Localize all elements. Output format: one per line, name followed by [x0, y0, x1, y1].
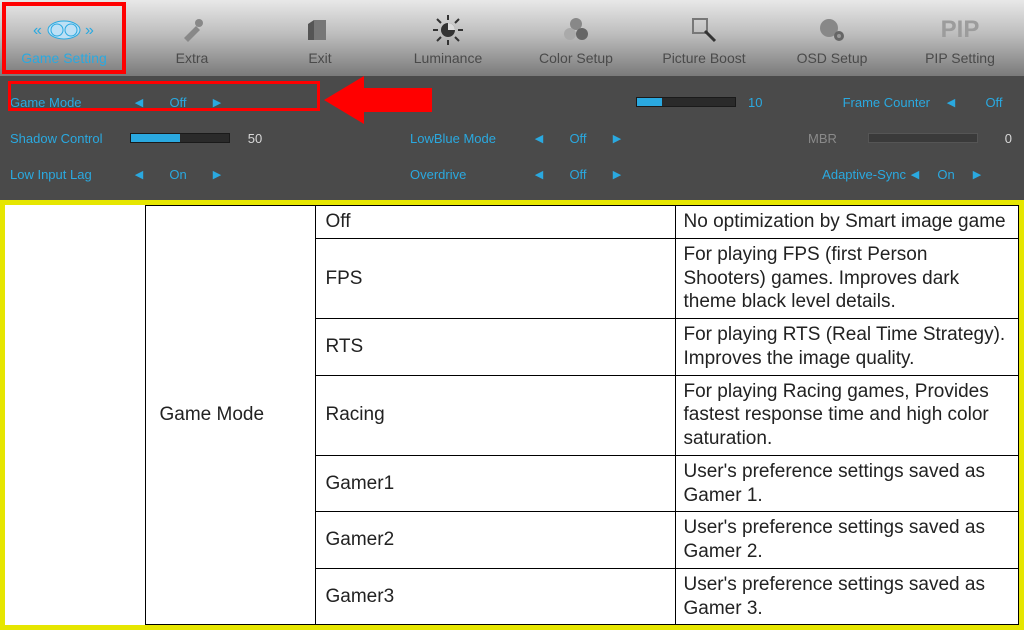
slider [868, 133, 978, 143]
osd-panel: « » Game Setting Extra Exit [0, 0, 1024, 200]
arrow-right-icon[interactable]: ▶ [608, 132, 626, 145]
arrow-right-icon[interactable]: ▶ [208, 168, 226, 181]
table-option: RTS [315, 319, 675, 376]
pip-icon: PIP [941, 14, 980, 46]
settings-col-1: Game Mode ◀ Off ▶ Shadow Control 50 Low … [10, 84, 340, 192]
table-desc: User's preference settings saved as Game… [675, 512, 1019, 569]
setting-overdrive[interactable]: Overdrive ◀ Off ▶ [410, 158, 626, 190]
setting-label: Shadow Control [10, 131, 130, 146]
setting-value: Off [972, 95, 1016, 110]
tab-pip-setting[interactable]: PIP PIP Setting [896, 0, 1024, 76]
settings-area: Game Mode ◀ Off ▶ Shadow Control 50 Low … [0, 76, 1024, 200]
tab-color-setup[interactable]: Color Setup [512, 0, 640, 76]
toolbar: « » Game Setting Extra Exit [0, 0, 1024, 76]
setting-low-input-lag[interactable]: Low Input Lag ◀ On ▶ [10, 158, 340, 190]
game-mode-table: Game Mode Off No optimization by Smart i… [5, 205, 1019, 625]
tab-label: Game Setting [21, 50, 107, 66]
table-blank-col [5, 206, 145, 625]
setting-game-mode[interactable]: Game Mode ◀ Off ▶ [10, 86, 340, 118]
table-option: Gamer3 [315, 568, 675, 625]
setting-adaptive-sync[interactable]: Adaptive-Sync ◀ On ▶ [636, 158, 1024, 190]
setting-mbr: MBR 0 [636, 122, 1024, 154]
arrow-left-icon[interactable]: ◀ [530, 168, 548, 181]
table-desc: No optimization by Smart image game [675, 206, 1019, 239]
setting-label: Adaptive-Sync [796, 167, 906, 182]
tab-luminance[interactable]: Luminance [384, 0, 512, 76]
setting-shadow-control[interactable]: Shadow Control 50 [10, 122, 340, 154]
tab-label: Picture Boost [662, 50, 745, 66]
tab-label: PIP Setting [925, 50, 995, 66]
game-controller-icon: « » [29, 14, 99, 46]
tab-game-setting[interactable]: « » Game Setting [0, 0, 128, 76]
setting-lowblue-mode[interactable]: LowBlue Mode ◀ Off ▶ [410, 122, 626, 154]
red-arrow-annotation [324, 72, 434, 128]
arrow-left-icon[interactable]: ◀ [942, 96, 960, 109]
magnifier-icon [690, 14, 718, 46]
table-row: Game Mode Off No optimization by Smart i… [5, 206, 1019, 239]
setting-value: Off [548, 131, 608, 146]
table-option: Gamer2 [315, 512, 675, 569]
setting-label: Overdrive [410, 167, 530, 182]
setting-label: Low Input Lag [10, 167, 130, 182]
table-desc: For playing Racing games, Provides faste… [675, 375, 1019, 455]
slider[interactable] [636, 97, 736, 107]
table-option: Racing [315, 375, 675, 455]
tab-label: Exit [308, 50, 331, 66]
tab-osd-setup[interactable]: OSD Setup [768, 0, 896, 76]
table-desc: For playing RTS (Real Time Strategy). Im… [675, 319, 1019, 376]
setting-label: Game Mode [10, 95, 130, 110]
arrow-left-icon[interactable]: ◀ [530, 132, 548, 145]
arrow-right-icon[interactable]: ▶ [208, 96, 226, 109]
arrow-left-icon[interactable]: ◀ [130, 96, 148, 109]
table-option: FPS [315, 238, 675, 318]
tab-picture-boost[interactable]: Picture Boost [640, 0, 768, 76]
setting-label: Frame Counter [820, 95, 930, 110]
setting-value: Off [548, 167, 608, 182]
table-option: Gamer1 [315, 455, 675, 512]
table-desc: User's preference settings saved as Game… [675, 568, 1019, 625]
table-desc: For playing FPS (first Person Shooters) … [675, 238, 1019, 318]
tab-label: Luminance [414, 50, 483, 66]
setting-value: On [148, 167, 208, 182]
setting-value: 50 [230, 131, 280, 146]
table-mode-label: Game Mode [145, 206, 315, 625]
color-icon [561, 14, 591, 46]
tab-label: Color Setup [539, 50, 613, 66]
slider[interactable] [130, 133, 230, 143]
tab-extra[interactable]: Extra [128, 0, 256, 76]
table-desc: User's preference settings saved as Game… [675, 455, 1019, 512]
tab-label: Extra [176, 50, 209, 66]
setting-value: On [924, 167, 968, 182]
arrow-right-icon[interactable]: ▶ [968, 168, 986, 181]
reference-table: Game Mode Off No optimization by Smart i… [0, 200, 1024, 630]
table-option: Off [315, 206, 675, 239]
setting-label: LowBlue Mode [410, 131, 530, 146]
svg-text:«: « [33, 22, 42, 39]
arrow-left-icon[interactable]: ◀ [906, 168, 924, 181]
exit-icon [306, 14, 334, 46]
setting-top-slider[interactable]: 10 Frame Counter ◀ Off ▶ [636, 86, 1024, 118]
setting-value: Off [148, 95, 208, 110]
settings-col-3: 10 Frame Counter ◀ Off ▶ MBR 0 Adaptive-… [626, 84, 1024, 192]
brightness-icon [433, 14, 463, 46]
tools-icon [178, 14, 206, 46]
setting-label: MBR [808, 131, 868, 146]
setting-value: 0 [978, 131, 1012, 146]
gear-globe-icon [817, 14, 847, 46]
svg-text:»: » [85, 22, 94, 39]
tab-label: OSD Setup [797, 50, 868, 66]
setting-value: 10 [748, 95, 808, 110]
tab-exit[interactable]: Exit [256, 0, 384, 76]
arrow-left-icon[interactable]: ◀ [130, 168, 148, 181]
arrow-right-icon[interactable]: ▶ [608, 168, 626, 181]
